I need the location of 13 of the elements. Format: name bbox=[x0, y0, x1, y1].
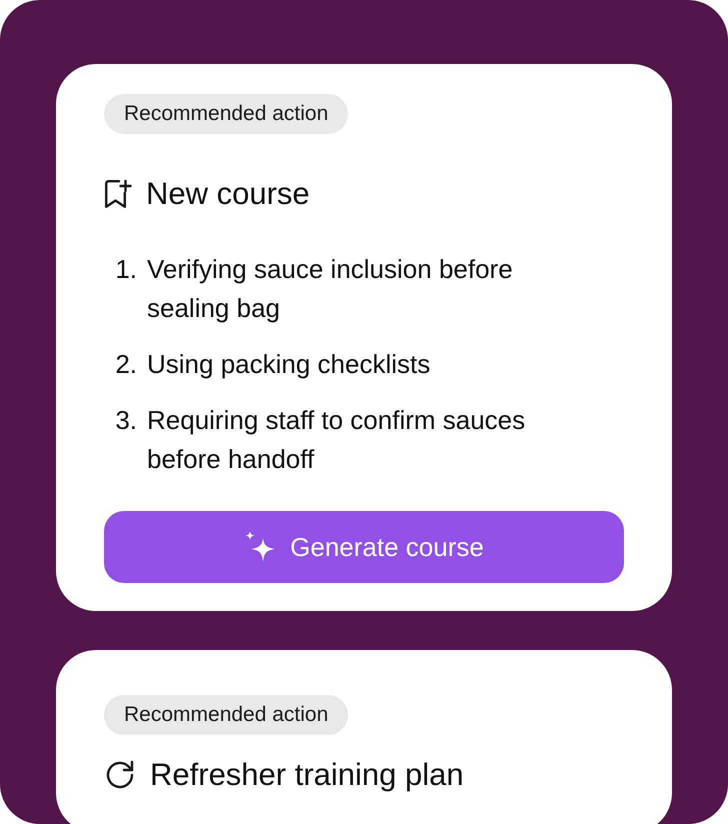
generate-course-button[interactable]: Generate course bbox=[104, 511, 624, 583]
step-number: 1. bbox=[114, 253, 138, 286]
step-number: 3. bbox=[114, 404, 138, 437]
step-number: 2. bbox=[114, 348, 138, 381]
step-text: Verifying sauce inclusion before sealing bag bbox=[147, 253, 514, 325]
card-title: Refresher training plan bbox=[150, 757, 464, 793]
card-title: New course bbox=[146, 176, 310, 212]
recommended-badge: Recommended action bbox=[104, 695, 348, 735]
bookmark-plus-icon bbox=[104, 179, 132, 209]
step-text: Using packing checklists bbox=[147, 348, 432, 381]
refresh-icon bbox=[104, 759, 136, 791]
recommended-badge: Recommended action bbox=[104, 94, 348, 134]
step-text: Requiring staff to confirm sauces before handoff bbox=[147, 404, 526, 476]
